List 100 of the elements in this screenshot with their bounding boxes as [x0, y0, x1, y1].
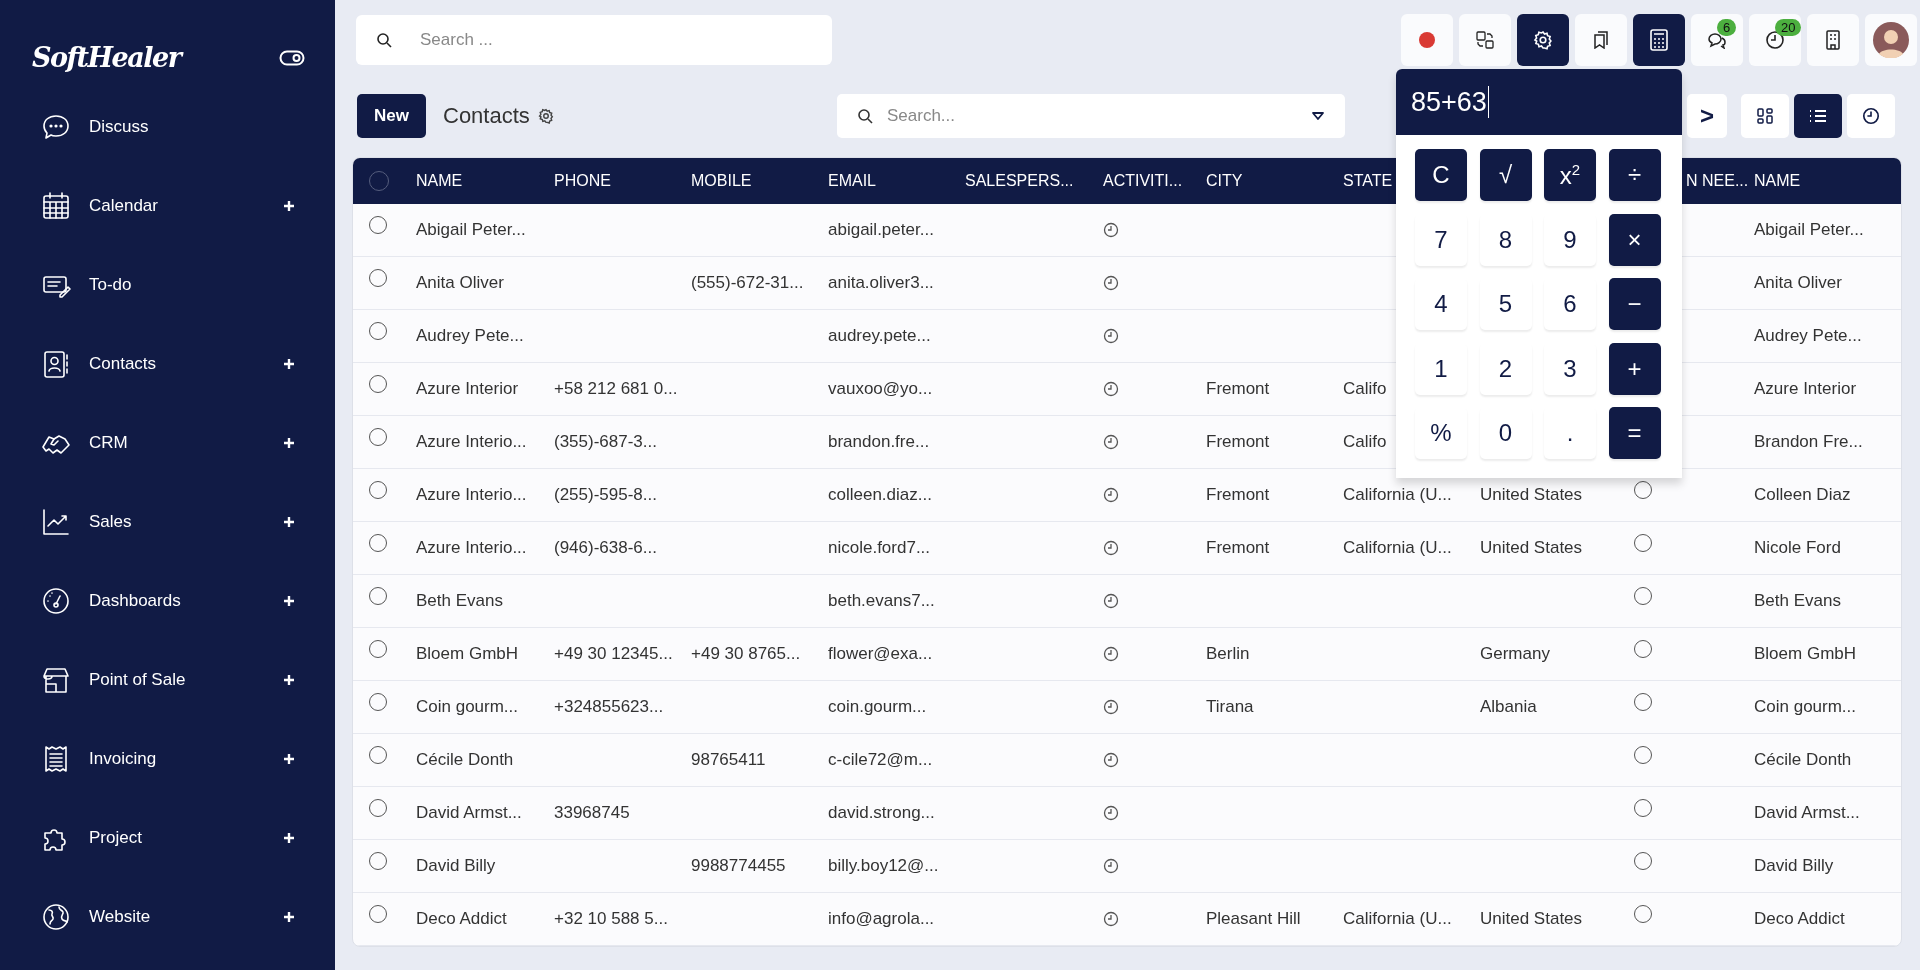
- calculator-key[interactable]: =: [1608, 407, 1661, 459]
- activity-view-button[interactable]: [1847, 94, 1895, 138]
- clock-icon[interactable]: [1103, 752, 1119, 768]
- clock-icon[interactable]: [1103, 646, 1119, 662]
- calculator-key[interactable]: √: [1479, 149, 1532, 201]
- kanban-view-button[interactable]: [1741, 94, 1789, 138]
- plus-icon[interactable]: [283, 752, 295, 765]
- new-button[interactable]: New: [357, 94, 426, 138]
- plus-icon[interactable]: [283, 594, 295, 607]
- search-bar[interactable]: Search...: [837, 94, 1345, 138]
- calculator-key[interactable]: 9: [1544, 213, 1596, 266]
- column-header[interactable]: MOBILE: [691, 172, 752, 190]
- clock-icon[interactable]: [1103, 911, 1119, 927]
- calculator-key[interactable]: 8: [1479, 213, 1532, 266]
- clock-icon[interactable]: [1103, 858, 1119, 874]
- calculator-key[interactable]: .: [1544, 407, 1596, 459]
- clock-icon[interactable]: [1103, 699, 1119, 715]
- sidebar-item[interactable]: Invoicing: [0, 719, 335, 798]
- toggle-icon[interactable]: [279, 49, 305, 66]
- calculator-key[interactable]: C: [1415, 149, 1467, 201]
- building-button[interactable]: [1807, 14, 1859, 66]
- calculator-key[interactable]: 6: [1544, 278, 1596, 330]
- calculator-key[interactable]: 3: [1544, 342, 1596, 395]
- clock-icon[interactable]: [1103, 805, 1119, 821]
- calculator-key[interactable]: 1: [1415, 342, 1467, 395]
- table-cell: Fremont: [1206, 432, 1270, 452]
- activity-button[interactable]: 20: [1749, 14, 1801, 66]
- column-header[interactable]: SALESPERS...: [965, 172, 1074, 190]
- plus-icon[interactable]: [283, 831, 295, 844]
- column-header[interactable]: PHONE: [554, 172, 611, 190]
- plus-icon[interactable]: [283, 357, 295, 370]
- record-button[interactable]: [1401, 14, 1453, 66]
- calculator-button[interactable]: [1633, 14, 1685, 66]
- plus-icon[interactable]: [283, 515, 295, 528]
- search-field[interactable]: Search ...: [418, 29, 812, 51]
- calculator-key[interactable]: −: [1608, 278, 1661, 330]
- calculator-key[interactable]: 7: [1415, 213, 1467, 266]
- clock-icon[interactable]: [1103, 487, 1119, 503]
- clock-icon[interactable]: [1103, 328, 1119, 344]
- plus-icon[interactable]: [283, 436, 295, 449]
- table-cell: (255)-595-8...: [554, 485, 657, 505]
- calculator-key[interactable]: ×: [1608, 213, 1661, 266]
- calculator-display[interactable]: 85+63: [1396, 69, 1682, 135]
- sidebar-item[interactable]: Discuss: [0, 87, 335, 166]
- avatar[interactable]: [1865, 14, 1917, 66]
- column-header[interactable]: STATE: [1343, 172, 1393, 190]
- clock-icon[interactable]: [1103, 540, 1119, 556]
- column-header[interactable]: NAME: [1754, 172, 1801, 190]
- sidebar-item[interactable]: To-do: [0, 245, 335, 324]
- translate-button[interactable]: [1459, 14, 1511, 66]
- sidebar-item[interactable]: Contacts: [0, 324, 335, 403]
- caret-down-icon[interactable]: [1311, 111, 1325, 121]
- chat-button[interactable]: 6: [1691, 14, 1743, 66]
- sidebar-label: Sales: [89, 511, 133, 532]
- table-cell: David Billy: [1754, 856, 1834, 876]
- calculator-icon: [1650, 29, 1668, 51]
- clock-icon[interactable]: [1103, 593, 1119, 609]
- sidebar-item[interactable]: Website: [0, 877, 335, 956]
- search-bar[interactable]: Search ...: [356, 15, 832, 65]
- sidebar-item[interactable]: Point of Sale: [0, 640, 335, 719]
- table-cell: Albania: [1480, 697, 1537, 717]
- calculator-key[interactable]: +: [1608, 342, 1661, 395]
- record-icon: [1418, 31, 1436, 49]
- clock-icon[interactable]: [1103, 434, 1119, 450]
- table-cell: Brandon Fre...: [1754, 432, 1863, 452]
- table-cell: Coin gourm...: [1754, 697, 1857, 717]
- calculator-key[interactable]: %: [1415, 407, 1467, 459]
- logo[interactable]: SoftHealer: [32, 42, 181, 73]
- column-header[interactable]: CITY: [1206, 172, 1243, 190]
- clock-icon[interactable]: [1103, 222, 1119, 238]
- column-header[interactable]: NAME: [416, 172, 463, 190]
- calculator-key[interactable]: 0: [1479, 407, 1532, 459]
- column-header[interactable]: N NEE...: [1686, 172, 1749, 190]
- list-view-button[interactable]: [1794, 94, 1842, 138]
- sidebar-item[interactable]: Sales: [0, 482, 335, 561]
- plus-icon[interactable]: [283, 910, 295, 923]
- count-badge: 20: [1775, 19, 1802, 36]
- bookmark-button[interactable]: [1575, 14, 1627, 66]
- settings-button[interactable]: [1517, 14, 1569, 66]
- table-cell: Beth Evans: [1754, 591, 1841, 611]
- column-header[interactable]: EMAIL: [828, 172, 876, 190]
- next-page-button[interactable]: >: [1687, 94, 1727, 138]
- calculator-key[interactable]: ÷: [1608, 149, 1661, 201]
- sidebar-item[interactable]: CRM: [0, 403, 335, 482]
- search-field[interactable]: Search...: [885, 105, 1299, 127]
- sidebar-item[interactable]: Calendar: [0, 166, 335, 245]
- calculator-key[interactable]: 5: [1479, 278, 1532, 330]
- plus-icon[interactable]: [283, 673, 295, 686]
- calculator-key[interactable]: x$^{2}$: [1544, 149, 1596, 201]
- sidebar-item[interactable]: Dashboards: [0, 561, 335, 640]
- sidebar-item[interactable]: Project: [0, 798, 335, 877]
- calculator-key[interactable]: 4: [1415, 278, 1467, 330]
- settings-icon[interactable]: [537, 108, 554, 124]
- building-icon: [1825, 30, 1841, 50]
- table-cell: anita.oliver3...: [828, 273, 934, 293]
- plus-icon[interactable]: [283, 199, 295, 212]
- clock-icon[interactable]: [1103, 381, 1119, 397]
- calculator-key[interactable]: 2: [1479, 342, 1532, 395]
- clock-icon[interactable]: [1103, 275, 1119, 291]
- column-header[interactable]: ACTIVITI...: [1103, 172, 1183, 190]
